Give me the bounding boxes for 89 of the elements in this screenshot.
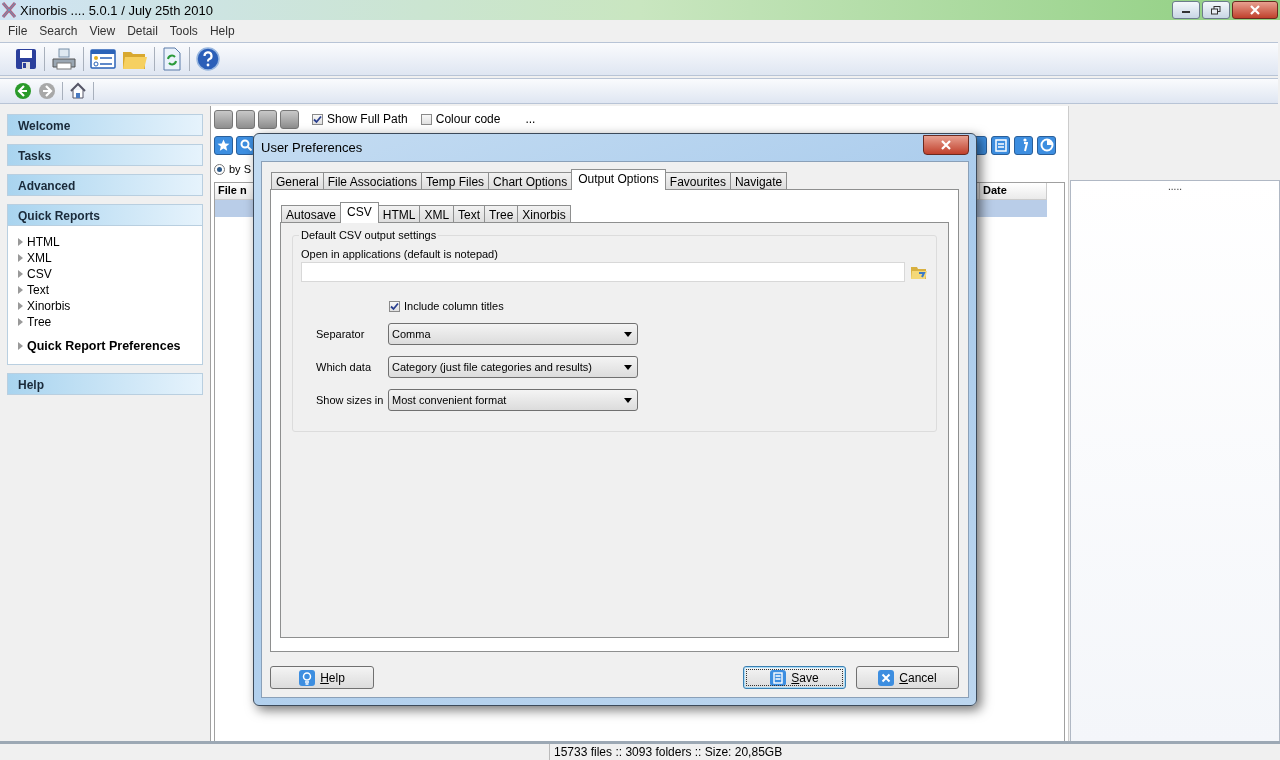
restore-icon [1211,5,1221,15]
dropdown[interactable]: Most convenient format [388,389,638,411]
expand-arrow-icon [18,342,23,350]
sidebar-link[interactable]: HTML [27,235,60,249]
lightbulb-icon [299,669,316,686]
folder-icon[interactable] [910,264,928,280]
tool-icon[interactable] [236,109,255,129]
checkbox-label: Show Full Path [327,112,408,126]
close-icon [1249,5,1261,15]
menu-item[interactable]: View [83,24,122,38]
menu-item[interactable]: Tools [163,24,204,38]
search-icon[interactable] [236,135,255,155]
minimize-button[interactable] [1172,1,1200,19]
tool-icon[interactable] [280,109,299,129]
sidebar-section-header[interactable]: Quick Reports [7,204,203,226]
field-label: Open in applications (default is notepad) [301,248,499,260]
tab[interactable]: Output Options [571,169,666,190]
sidebar-link[interactable]: XML [27,251,52,265]
refresh-document-icon[interactable] [161,47,183,71]
home-icon[interactable] [69,82,87,100]
tab[interactable]: File Associations [322,172,423,190]
back-icon[interactable] [14,82,32,100]
dropdown[interactable]: Category (just file categories and results) [388,356,638,378]
sidebar-section-header[interactable]: Help [7,373,203,395]
tool-icon[interactable] [214,109,233,129]
tab[interactable]: Favourites [664,172,731,190]
tab[interactable]: Tree [484,205,519,223]
input-field[interactable] [301,262,905,282]
radio-label: by S [229,163,251,175]
tab[interactable]: General [271,172,324,190]
sidebar-link[interactable]: Xinorbis [27,299,71,313]
pie-chart-icon[interactable] [1037,135,1056,155]
tab[interactable]: Navigate [729,172,788,190]
tab[interactable]: HTML [377,205,421,223]
tool-icon[interactable] [258,109,277,129]
save-icon[interactable] [14,47,38,71]
tab[interactable]: Autosave [281,205,342,223]
tab[interactable]: Chart Options [488,172,573,190]
field-label: Separator [315,328,366,340]
sidebar-link[interactable]: Text [27,283,49,297]
cancel-button[interactable]: Cancel [856,666,959,689]
list-window-icon[interactable] [90,47,116,71]
close-icon [940,139,952,150]
radio-button[interactable] [214,163,225,175]
help-button[interactable]: Help [270,666,374,689]
caret-icon [624,397,632,403]
save-icon[interactable] [991,135,1010,155]
dialog-title: User Preferences [261,140,363,155]
caret-icon [624,364,632,370]
app-logo-icon [2,2,16,18]
checkbox[interactable] [389,300,400,312]
menu-item[interactable]: File [2,24,34,38]
tab[interactable]: Xinorbis [517,205,571,223]
tab[interactable]: Text [453,205,486,223]
window-title: Xinorbis .... 5.0.1 / July 25th 2010 [20,2,213,18]
checkbox[interactable] [312,113,323,125]
field-label: Show sizes in [315,394,385,406]
sidebar-link[interactable]: CSV [27,267,52,281]
column-header[interactable]: Date [980,183,1047,200]
save-button[interactable]: Save [743,666,846,689]
menu-item[interactable]: Search [33,24,84,38]
sidebar-section-header[interactable]: Tasks [7,144,203,166]
info-icon[interactable] [1014,135,1033,155]
close-icon [878,669,895,686]
tab[interactable]: Temp Files [421,172,490,190]
sidebar-section-header[interactable]: Advanced [7,174,203,196]
field-label: Which data [315,361,373,373]
caret-icon [624,331,632,337]
dropdown[interactable]: Comma [388,323,638,345]
status-text: 15733 files :: 3093 folders :: Size: 20,85GB [549,744,783,760]
close-button[interactable] [923,134,969,155]
checkbox-label: Include column titles [404,300,504,312]
sidebar-link[interactable]: Quick Report Preferences [27,339,181,353]
checkbox-label: Colour code [435,112,501,126]
group-title: Default CSV output settings [299,229,439,241]
sidebar-link[interactable]: Tree [27,315,52,329]
sidebar-section-header[interactable]: Welcome [7,114,203,136]
menu-item[interactable]: Detail [121,24,164,38]
menu-item[interactable]: Help [203,24,241,38]
restore-button[interactable] [1202,1,1230,19]
help-icon[interactable] [196,47,220,71]
more-label: ... [525,112,536,126]
checkbox[interactable] [420,113,432,125]
tab[interactable]: XML [419,205,455,223]
side-panel-label: ..... [1070,180,1280,742]
save-icon [770,669,787,686]
printer-icon[interactable] [51,47,77,71]
tab[interactable]: CSV [340,202,379,223]
close-button[interactable] [1232,1,1278,19]
